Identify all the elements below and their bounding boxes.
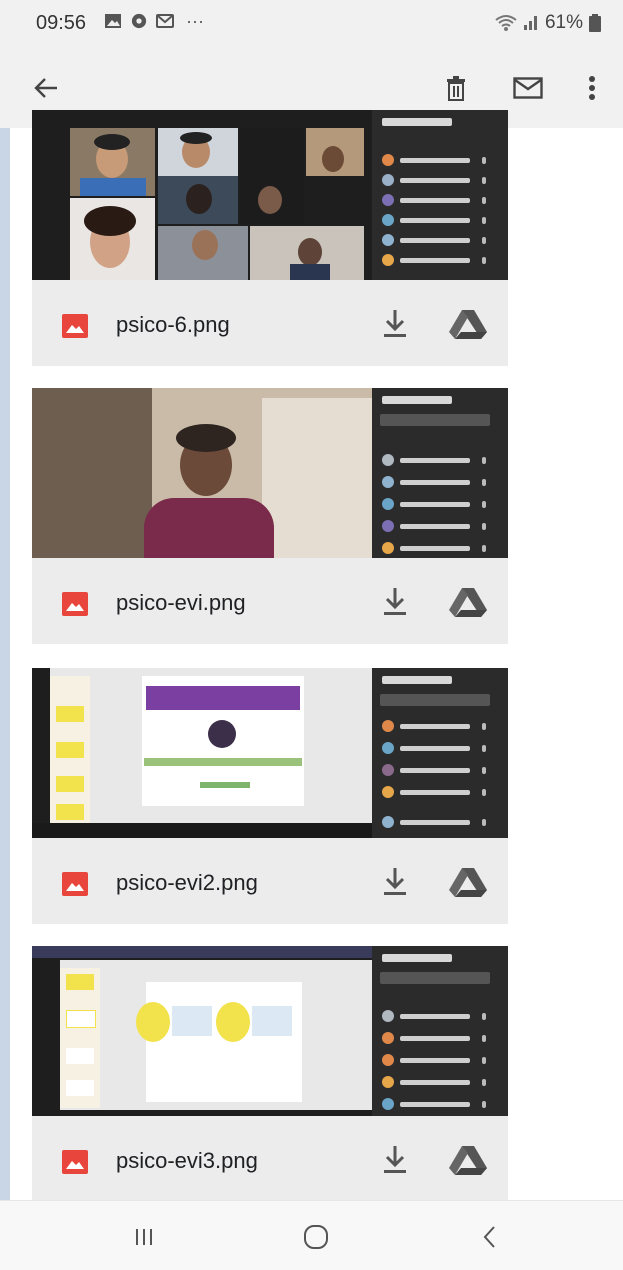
participants-panel bbox=[372, 388, 508, 558]
attachment-card[interactable]: psico-evi.png bbox=[32, 388, 508, 644]
attachment-card[interactable]: psico-6.png bbox=[32, 110, 508, 366]
attachment-footer: psico-6.png bbox=[32, 280, 508, 366]
attachment-thumbnail[interactable] bbox=[32, 946, 508, 1116]
mail-icon bbox=[513, 77, 543, 99]
attachment-filename: psico-evi.png bbox=[116, 590, 246, 615]
attachment-filename: psico-evi2.png bbox=[116, 870, 258, 895]
home-button[interactable] bbox=[296, 1217, 336, 1257]
gallery-icon bbox=[105, 14, 121, 28]
battery-icon bbox=[589, 14, 601, 32]
attachment-footer: psico-evi3.png bbox=[32, 1116, 508, 1202]
drive-icon[interactable] bbox=[448, 308, 488, 340]
attachment-filename: psico-evi3.png bbox=[116, 1148, 258, 1173]
participants-panel bbox=[372, 110, 508, 280]
home-icon bbox=[304, 1225, 328, 1249]
app-icon bbox=[131, 13, 147, 29]
attachment-footer: psico-evi.png bbox=[32, 558, 508, 644]
drive-icon[interactable] bbox=[448, 866, 488, 898]
recent-apps-icon bbox=[136, 1229, 152, 1245]
more-options-button[interactable] bbox=[570, 66, 614, 110]
signal-icon bbox=[523, 16, 537, 30]
status-time: 09:56 bbox=[36, 12, 87, 34]
participants-panel bbox=[372, 946, 508, 1116]
nav-back-button[interactable] bbox=[470, 1217, 510, 1257]
image-file-icon bbox=[62, 314, 88, 338]
notification-icons: ··· bbox=[104, 11, 204, 31]
back-button[interactable] bbox=[24, 66, 68, 110]
status-indicators: 61% bbox=[495, 12, 601, 34]
attachment-card[interactable]: psico-evi3.png bbox=[32, 946, 508, 1202]
status-more: ··· bbox=[186, 11, 204, 31]
attachment-footer: psico-evi2.png bbox=[32, 838, 508, 924]
download-icon[interactable] bbox=[380, 1144, 410, 1176]
delete-button[interactable] bbox=[434, 66, 478, 110]
battery-percent: 61% bbox=[544, 12, 583, 33]
trash-icon bbox=[447, 76, 465, 101]
attachment-filename: psico-6.png bbox=[116, 312, 230, 337]
attachment-thumbnail[interactable] bbox=[32, 388, 508, 558]
download-icon[interactable] bbox=[380, 586, 410, 618]
status-bar: 09:56 ··· 61% bbox=[0, 0, 623, 46]
drive-icon[interactable] bbox=[448, 586, 488, 618]
download-icon[interactable] bbox=[380, 866, 410, 898]
back-icon bbox=[483, 1226, 495, 1248]
recent-apps-button[interactable] bbox=[124, 1217, 164, 1257]
wifi-icon bbox=[495, 15, 517, 31]
background-app-edge bbox=[0, 120, 10, 1200]
drive-icon[interactable] bbox=[448, 1144, 488, 1176]
mark-unread-button[interactable] bbox=[506, 66, 550, 110]
image-file-icon bbox=[62, 1150, 88, 1174]
image-file-icon bbox=[62, 592, 88, 616]
more-vert-icon bbox=[589, 76, 595, 100]
participants-panel bbox=[372, 668, 508, 838]
attachment-thumbnail[interactable] bbox=[32, 668, 508, 838]
attachment-thumbnail[interactable] bbox=[32, 110, 508, 280]
download-icon[interactable] bbox=[380, 308, 410, 340]
image-file-icon bbox=[62, 872, 88, 896]
back-arrow-icon bbox=[34, 78, 57, 98]
attachment-card[interactable]: psico-evi2.png bbox=[32, 668, 508, 924]
message-icon bbox=[156, 14, 174, 28]
system-nav-bar bbox=[0, 1200, 623, 1270]
